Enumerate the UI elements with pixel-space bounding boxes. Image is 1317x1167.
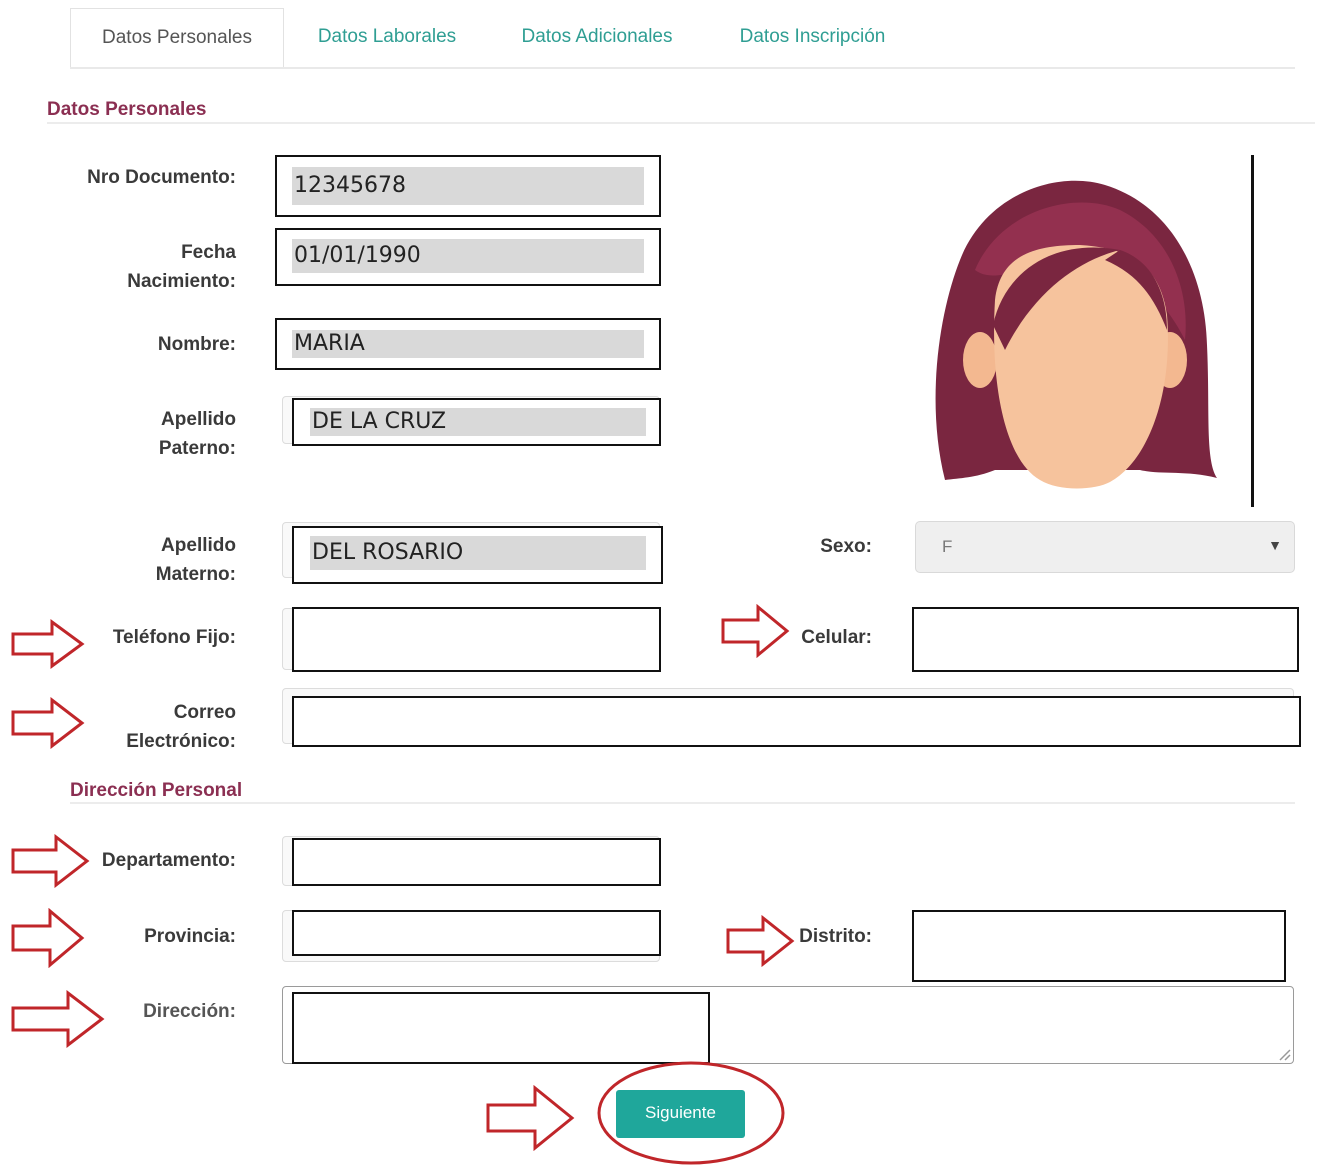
nro-documento-field[interactable]: 12345678	[275, 155, 661, 217]
dropdown-caret-icon: ▼	[1268, 537, 1282, 553]
sexo-selected-value: F	[942, 537, 953, 556]
apellido-paterno-field[interactable]: DE LA CRUZ	[292, 398, 661, 446]
tab-datos-inscripcion[interactable]: Datos Inscripción	[715, 8, 910, 66]
correo-input[interactable]	[292, 696, 1301, 747]
tab-datos-laborales[interactable]: Datos Laborales	[292, 8, 482, 66]
label-departamento: Departamento:	[101, 850, 236, 871]
departamento-input[interactable]	[292, 838, 661, 886]
label-sexo: Sexo:	[820, 536, 872, 557]
section-divider	[47, 122, 1315, 124]
label-nombre: Nombre:	[157, 334, 236, 355]
photo-divider	[1251, 155, 1254, 507]
section-divider	[70, 802, 1295, 804]
section-title-personal: Datos Personales	[47, 99, 207, 120]
siguiente-button[interactable]: Siguiente	[616, 1090, 745, 1138]
label-direccion: Dirección:	[143, 1001, 236, 1022]
nombre-field[interactable]: MARIA	[275, 318, 661, 370]
label-nro-documento: Nro Documento:	[87, 167, 236, 188]
label-provincia: Provincia:	[144, 926, 236, 947]
annotation-arrow-icon	[486, 1085, 575, 1151]
nro-documento-value: 12345678	[292, 167, 644, 205]
nombre-value: MARIA	[292, 330, 644, 358]
label-correo-line2: Electrónico:	[126, 731, 236, 752]
female-avatar-icon	[905, 150, 1245, 505]
section-title-direccion: Dirección Personal	[70, 780, 243, 801]
label-apellido-paterno: Apellido Paterno:	[40, 405, 236, 463]
label-celular: Celular:	[801, 627, 872, 648]
label-telefono-fijo: Teléfono Fijo:	[112, 627, 236, 648]
fecha-nacimiento-field[interactable]: 01/01/1990	[275, 228, 661, 286]
telefono-fijo-input[interactable]	[292, 607, 661, 672]
sexo-select[interactable]: F ▼	[915, 521, 1295, 573]
resize-handle-icon[interactable]	[1277, 1047, 1291, 1061]
fecha-nacimiento-value: 01/01/1990	[292, 239, 644, 273]
label-apellido-materno: Apellido Materno:	[40, 531, 236, 589]
distrito-input[interactable]	[912, 910, 1286, 982]
label-materno-line1: Apellido	[161, 535, 236, 556]
tab-datos-adicionales[interactable]: Datos Adicionales	[497, 8, 697, 66]
label-materno-line2: Materno:	[155, 564, 236, 585]
tab-datos-personales[interactable]: Datos Personales	[70, 8, 284, 67]
tab-divider	[70, 67, 1295, 69]
label-correo-line1: Correo	[173, 702, 236, 723]
label-fecha-line2: Nacimiento:	[127, 271, 236, 292]
label-correo: Correo Electrónico:	[40, 698, 236, 756]
direccion-input[interactable]	[292, 992, 710, 1064]
label-fecha-nacimiento: Fecha Nacimiento:	[40, 238, 236, 296]
apellido-materno-value: DEL ROSARIO	[310, 536, 646, 570]
provincia-input[interactable]	[292, 910, 661, 956]
label-fecha-line1: Fecha	[181, 242, 236, 263]
label-paterno-line2: Paterno:	[158, 438, 236, 459]
label-distrito: Distrito:	[799, 926, 872, 947]
label-paterno-line1: Apellido	[161, 409, 236, 430]
celular-input[interactable]	[912, 607, 1299, 672]
apellido-paterno-value: DE LA CRUZ	[310, 408, 646, 436]
apellido-materno-field[interactable]: DEL ROSARIO	[292, 526, 663, 584]
